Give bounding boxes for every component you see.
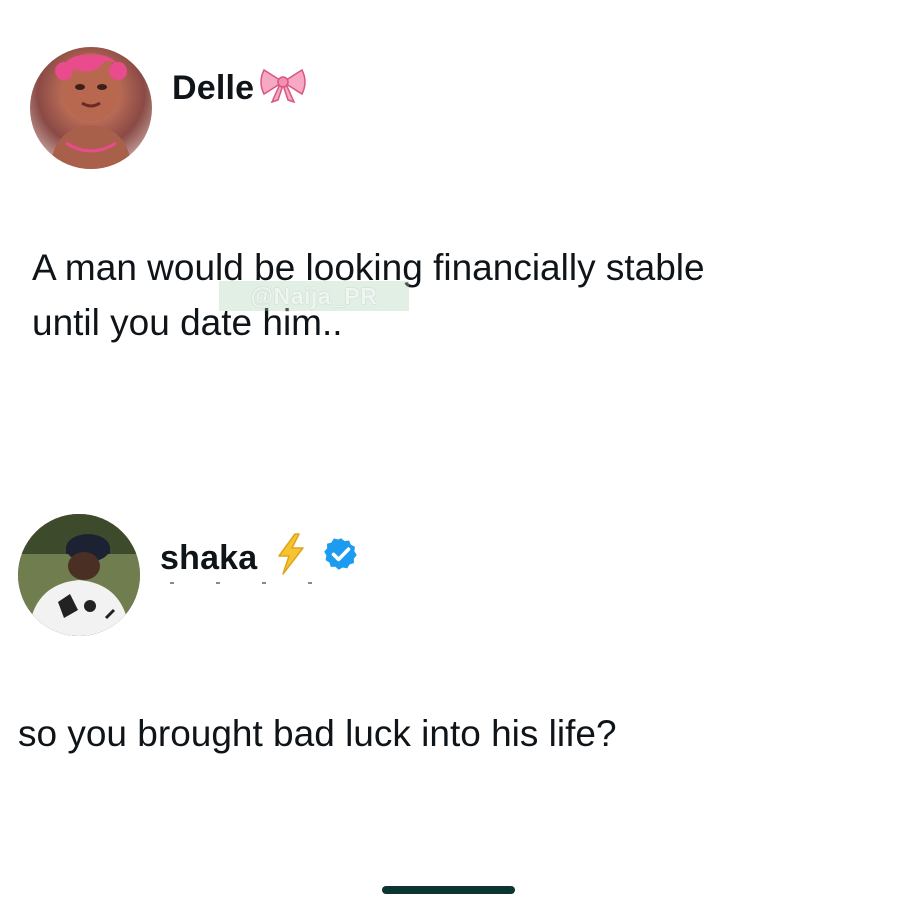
display-name-text: shaka [160,539,258,577]
home-indicator[interactable] [382,886,515,894]
tweet-text-line-1: A man would be looking financially stabl… [32,247,705,288]
profile-photo-icon [50,53,132,169]
bow-icon [258,64,308,113]
display-name-text: Delle [172,69,255,107]
handle-redacted [170,578,370,588]
avatar-delle[interactable] [30,47,152,169]
handle-dash [308,582,312,584]
tweet-text-line-2: until you date him.. [32,302,343,343]
avatar-shaka[interactable] [18,514,140,636]
tweet-text-shaka: so you brought bad luck into his life? [18,713,617,754]
tweet-text-delle: A man would be looking financially stabl… [32,240,892,350]
watermark: @Naija_PR [219,281,409,311]
verified-badge-icon[interactable] [323,536,359,581]
handle-dash [216,582,220,584]
display-name-delle[interactable]: Delle [172,64,308,113]
profile-photo-icon [18,514,140,636]
handle-dash [262,582,266,584]
handle-dash [170,582,174,584]
